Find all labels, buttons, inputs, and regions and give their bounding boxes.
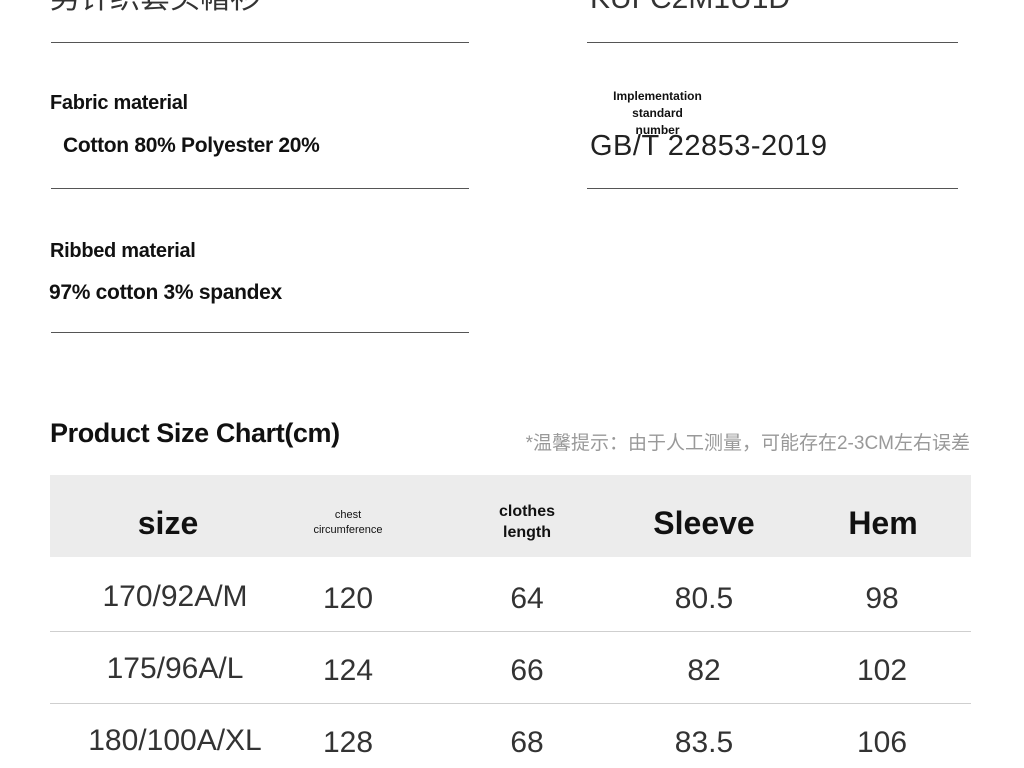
header-size: size [137,505,199,541]
cell-size: 180/100A/XL [88,724,262,757]
product-code-cropped: KUFC2M1U1D [590,0,790,14]
ribbed-material-label: Ribbed material [50,240,196,262]
size-chart-title: Product Size Chart(cm) [50,418,340,448]
divider [51,188,469,189]
header-length-line1: clothes [498,503,555,520]
standard-label-line1: Implementation standard [613,89,702,120]
header-length: clothes length [447,501,607,543]
header-sleeve: Sleeve [653,505,755,541]
standard-value: GB/T 22853-2019 [590,130,828,162]
fabric-material-value: Cotton 80% Polyester 20% [63,134,320,157]
ribbed-material-value: 97% cotton 3% spandex [49,281,282,304]
header-chest-line1: chest [334,509,362,521]
divider [51,42,469,43]
divider [587,188,958,189]
cell-chest: 128 [322,726,374,759]
cell-length: 66 [510,654,544,687]
row-divider [50,631,971,632]
cell-length: 68 [510,726,544,759]
fabric-material-label: Fabric material [50,92,188,114]
cell-sleeve: 83.5 [674,726,734,759]
cell-hem: 98 [865,582,899,615]
header-chest-line2: circumference [313,524,383,536]
divider [51,332,469,333]
row-divider [50,703,971,704]
product-name-cropped: 男针织套头帽衫 [50,0,260,14]
divider [587,42,958,43]
header-chest: chest circumference [268,508,428,538]
cell-chest: 124 [322,654,374,687]
cell-sleeve: 80.5 [674,582,734,615]
cell-length: 64 [510,582,544,615]
measurement-note: *温馨提示：由于人工测量，可能存在2-3CM左右误差 [525,433,970,454]
header-hem: Hem [848,505,918,541]
cell-sleeve: 82 [687,654,721,687]
header-length-line2: length [503,524,551,541]
cell-hem: 106 [856,726,908,759]
size-table-header: size chest circumference clothes length … [50,475,971,557]
cell-size: 175/96A/L [106,652,244,685]
cell-hem: 102 [856,654,908,687]
cell-chest: 120 [322,582,374,615]
cell-size: 170/92A/M [102,580,248,613]
